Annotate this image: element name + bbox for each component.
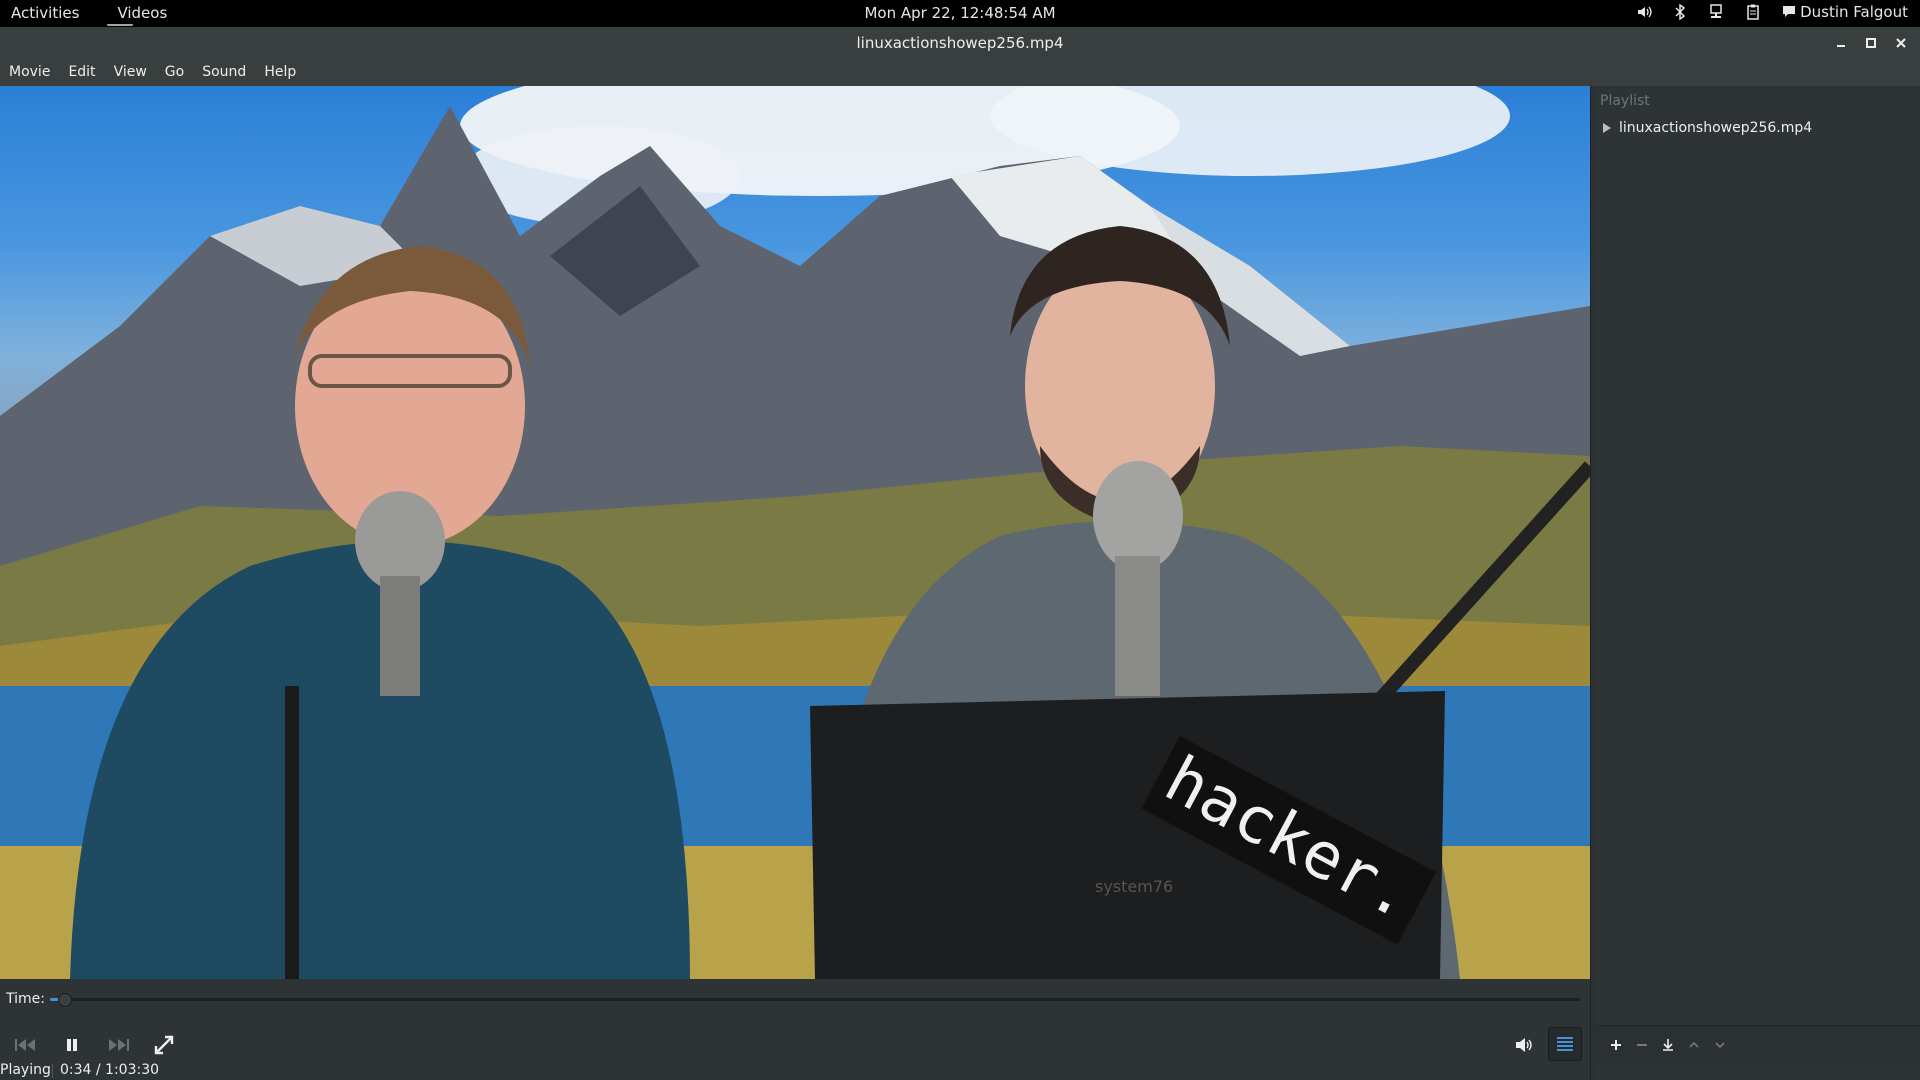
next-icon bbox=[109, 1039, 129, 1051]
minimize-button[interactable] bbox=[1832, 34, 1850, 52]
menubar: Movie Edit View Go Sound Help bbox=[0, 59, 1920, 86]
status-separator bbox=[52, 1064, 53, 1078]
menu-help[interactable]: Help bbox=[255, 59, 305, 86]
playlist-item-label: linuxactionshowep256.mp4 bbox=[1619, 120, 1813, 136]
playback-state: Playing bbox=[0, 1062, 51, 1078]
add-icon bbox=[1611, 1039, 1621, 1050]
pause-button[interactable] bbox=[56, 1029, 88, 1061]
maximize-icon bbox=[1866, 38, 1876, 48]
close-icon bbox=[1896, 38, 1906, 48]
clock[interactable]: Mon Apr 22, 12:48:54 AM bbox=[0, 4, 1920, 22]
previous-icon bbox=[15, 1039, 35, 1051]
move-down-icon bbox=[1715, 1041, 1725, 1048]
add-button[interactable] bbox=[1606, 1035, 1626, 1055]
close-button[interactable] bbox=[1892, 34, 1910, 52]
seek-bar[interactable] bbox=[50, 993, 1580, 1007]
volume-button[interactable] bbox=[1508, 1029, 1540, 1061]
chat-icon bbox=[1782, 5, 1796, 19]
move-down-button[interactable] bbox=[1710, 1035, 1730, 1055]
menu-go[interactable]: Go bbox=[156, 59, 193, 86]
menu-view[interactable]: View bbox=[105, 59, 156, 86]
time-label: Time: bbox=[6, 991, 45, 1007]
bluetooth-icon[interactable] bbox=[1674, 4, 1686, 20]
playback-time: 0:34 / 1:03:30 bbox=[60, 1062, 160, 1078]
video-frame: hacker. system76 bbox=[0, 86, 1590, 979]
move-up-button[interactable] bbox=[1684, 1035, 1704, 1055]
now-playing-icon bbox=[1603, 123, 1611, 133]
fullscreen-button[interactable] bbox=[148, 1029, 180, 1061]
maximize-button[interactable] bbox=[1862, 34, 1880, 52]
status-bar: Playing 0:34 / 1:03:30 bbox=[0, 1062, 1590, 1080]
save-playlist-button[interactable] bbox=[1658, 1035, 1678, 1055]
window-titlebar[interactable]: linuxactionshowep256.mp4 bbox=[0, 27, 1920, 59]
save-icon bbox=[1663, 1038, 1673, 1051]
playlist-toggle-icon bbox=[1557, 1037, 1573, 1051]
network-icon[interactable] bbox=[1708, 4, 1724, 20]
app-menu-indicator bbox=[107, 24, 134, 26]
playlist-sidebar: Playlist linuxactionshowep256.mp4 bbox=[1596, 86, 1920, 1080]
playlist-item[interactable]: linuxactionshowep256.mp4 bbox=[1602, 120, 1812, 136]
window-title: linuxactionshowep256.mp4 bbox=[856, 34, 1064, 52]
playlist-toggle-button[interactable] bbox=[1548, 1027, 1582, 1061]
video-display[interactable]: hacker. system76 bbox=[0, 86, 1590, 979]
fullscreen-icon bbox=[154, 1035, 174, 1055]
volume-icon bbox=[1516, 1038, 1532, 1052]
volume-icon[interactable] bbox=[1636, 4, 1652, 20]
remove-button[interactable] bbox=[1632, 1035, 1652, 1055]
laptop-brand-text: system76 bbox=[1095, 877, 1173, 896]
move-up-icon bbox=[1689, 1041, 1699, 1048]
playlist-header: Playlist bbox=[1600, 93, 1650, 109]
previous-button[interactable] bbox=[10, 1029, 42, 1061]
playlist-toolbar bbox=[1596, 1025, 1920, 1063]
user-menu[interactable]: Dustin Falgout bbox=[1782, 3, 1908, 21]
user-name: Dustin Falgout bbox=[1800, 3, 1908, 21]
gnome-top-bar: Activities Videos Mon Apr 22, 12:48:54 A… bbox=[0, 0, 1920, 27]
menu-movie[interactable]: Movie bbox=[0, 59, 59, 86]
menu-sound[interactable]: Sound bbox=[193, 59, 255, 86]
remove-icon bbox=[1637, 1043, 1647, 1046]
clipboard-icon[interactable] bbox=[1746, 4, 1760, 20]
seek-handle[interactable] bbox=[57, 993, 72, 1007]
minimize-icon bbox=[1837, 45, 1845, 47]
menu-edit[interactable]: Edit bbox=[59, 59, 104, 86]
pause-icon bbox=[67, 1039, 77, 1051]
next-button[interactable] bbox=[102, 1029, 134, 1061]
